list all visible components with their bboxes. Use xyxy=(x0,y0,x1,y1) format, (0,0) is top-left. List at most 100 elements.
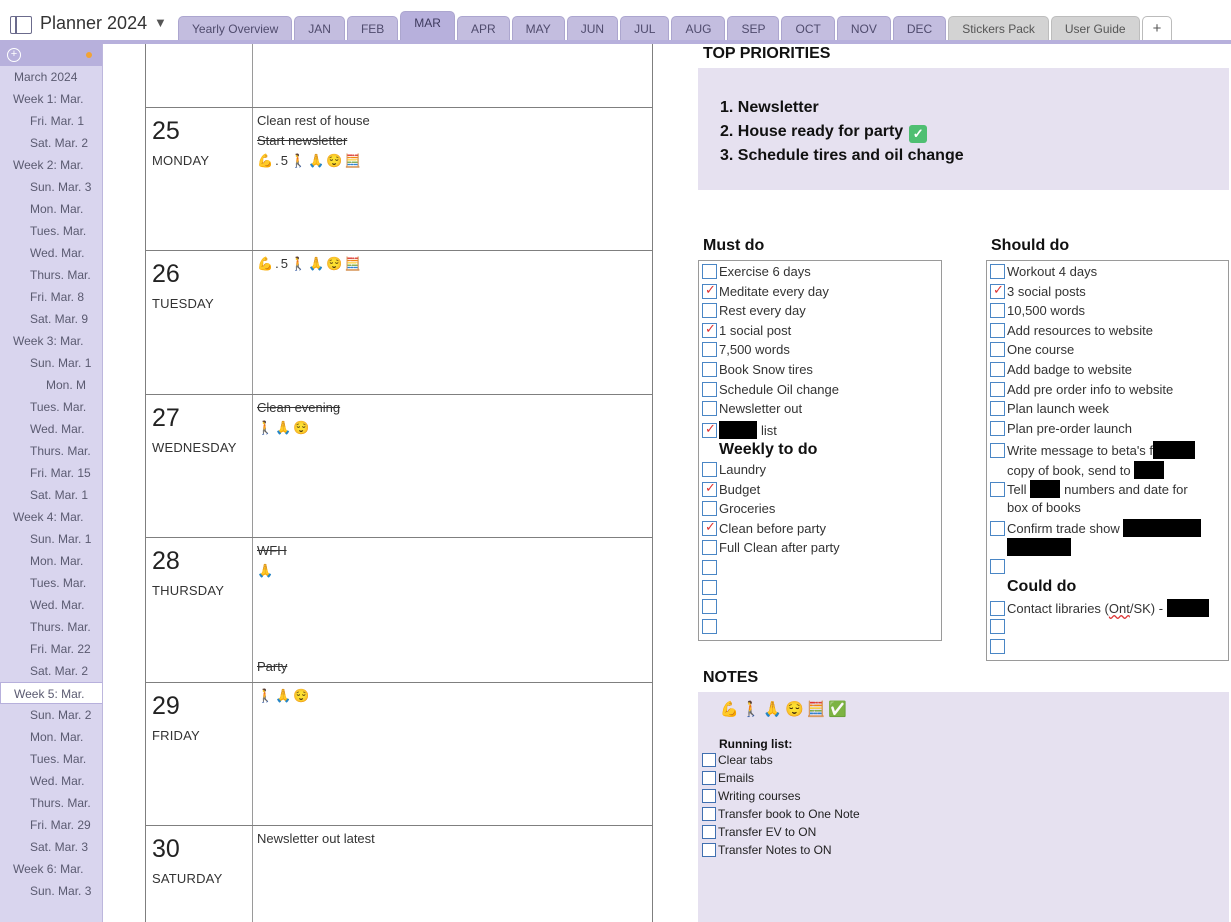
tab-jan[interactable]: JAN xyxy=(294,16,345,42)
empty-todo[interactable] xyxy=(990,559,1007,579)
tab-stickers-pack[interactable]: Stickers Pack xyxy=(948,16,1049,42)
day-emoji-tracker[interactable]: 🙏 xyxy=(257,563,275,579)
page-list-item[interactable]: Mon. Mar. xyxy=(0,726,102,748)
day-note[interactable]: WFH xyxy=(257,543,287,558)
page-list-item[interactable]: Week 4: Mar. xyxy=(0,506,102,528)
should-do-item[interactable]: One course xyxy=(990,342,1074,362)
checkbox[interactable] xyxy=(990,381,1005,397)
weekly-item[interactable]: Clean before party xyxy=(702,519,826,541)
tab-dec[interactable]: DEC xyxy=(892,16,947,42)
checkbox[interactable] xyxy=(990,401,1005,417)
should-do-item[interactable]: 3 social posts xyxy=(990,282,1086,304)
running-list-item[interactable]: Clear tabs xyxy=(702,753,773,771)
weekly-item[interactable]: Budget xyxy=(702,480,760,502)
page-list-item[interactable]: Mon. Mar. xyxy=(0,198,102,220)
page-list-item[interactable]: Fri. Mar. 29 xyxy=(0,814,102,836)
page-list-item[interactable]: March 2024 xyxy=(0,66,102,88)
page-list-item[interactable]: Sun. Mar. 2 xyxy=(0,704,102,726)
page-list-item[interactable]: Wed. Mar. xyxy=(0,242,102,264)
should-do-item[interactable]: Add pre order info to website xyxy=(990,381,1173,402)
empty-todo[interactable] xyxy=(702,618,719,639)
should-do-item[interactable]: Tell numbers and date for xyxy=(990,480,1188,500)
day-emoji-tracker[interactable]: 💪.5🚶🙏😌🧮 xyxy=(257,153,363,169)
checkbox[interactable] xyxy=(702,599,717,615)
priority-item[interactable]: 1. Newsletter xyxy=(720,96,964,120)
day-emoji-tracker[interactable]: 🚶🙏😌 xyxy=(257,420,312,436)
page-list-item[interactable]: Tues. Mar. xyxy=(0,220,102,242)
checkbox[interactable] xyxy=(990,303,1005,319)
page-list-item[interactable]: Fri. Mar. 8 xyxy=(0,286,102,308)
tab-mar[interactable]: MAR xyxy=(400,11,455,42)
should-do-item[interactable]: Write message to beta's f xyxy=(990,441,1196,461)
checkbox[interactable] xyxy=(702,321,717,338)
page-list-item[interactable]: Mon. M xyxy=(0,374,102,396)
should-do-item[interactable]: Confirm trade show xyxy=(990,519,1202,539)
checkbox[interactable] xyxy=(702,825,716,839)
must-do-item[interactable]: Rest every day xyxy=(702,303,806,323)
page-list-item[interactable]: Sun. Mar. 1 xyxy=(0,352,102,374)
page-list-item[interactable]: Sun. Mar. 3 xyxy=(0,880,102,902)
should-do-item[interactable]: Plan pre-order launch xyxy=(990,420,1132,441)
tab-sep[interactable]: SEP xyxy=(727,16,780,42)
page-list-item[interactable]: Sat. Mar. 2 xyxy=(0,132,102,154)
checkbox[interactable] xyxy=(990,482,1005,497)
priority-item[interactable]: 3. Schedule tires and oil change xyxy=(720,144,964,168)
must-do-item[interactable]: Exercise 6 days xyxy=(702,264,811,284)
day-note[interactable]: Start newsletter xyxy=(257,133,347,148)
page-list-item[interactable]: Thurs. Mar. xyxy=(0,440,102,462)
day-emoji-tracker[interactable]: 💪.5🚶🙏😌🧮 xyxy=(257,256,363,272)
must-do-item[interactable]: list xyxy=(702,420,777,441)
checkbox[interactable] xyxy=(990,342,1005,358)
page-list-item[interactable]: Sat. Mar. 3 xyxy=(0,836,102,858)
checkbox[interactable] xyxy=(702,519,717,536)
checkbox[interactable] xyxy=(702,462,717,477)
checkbox[interactable] xyxy=(702,480,717,497)
checkbox[interactable] xyxy=(702,421,717,438)
tab-may[interactable]: MAY xyxy=(511,16,565,42)
empty-todo[interactable] xyxy=(702,599,719,619)
must-do-item[interactable]: Newsletter out xyxy=(702,401,802,421)
page-list-item[interactable]: Week 2: Mar. xyxy=(0,154,102,176)
chevron-down-icon[interactable]: ▼ xyxy=(154,15,167,30)
checkbox[interactable] xyxy=(990,521,1005,536)
must-do-item[interactable]: Book Snow tires xyxy=(702,362,813,382)
page-list-item[interactable]: Fri. Mar. 22 xyxy=(0,638,102,660)
tab-jul[interactable]: JUL xyxy=(620,16,670,42)
should-do-item[interactable]: Add resources to website xyxy=(990,322,1153,343)
page-list-item[interactable]: Sun. Mar. 3 xyxy=(0,176,102,198)
checkbox[interactable] xyxy=(990,264,1005,279)
running-list-item[interactable]: Writing courses xyxy=(702,789,800,807)
checkbox[interactable] xyxy=(990,601,1005,616)
tab-apr[interactable]: APR xyxy=(456,16,510,42)
checkbox[interactable] xyxy=(702,264,717,279)
page-list-item[interactable]: Wed. Mar. xyxy=(0,594,102,616)
page-list-item[interactable]: Sun. Mar. 1 xyxy=(0,528,102,550)
empty-todo[interactable] xyxy=(702,560,719,580)
tab-nov[interactable]: NOV xyxy=(836,16,891,42)
empty-todo[interactable] xyxy=(702,579,719,600)
page-list-item[interactable]: Tues. Mar. xyxy=(0,748,102,770)
checkbox[interactable] xyxy=(702,303,717,319)
checkbox[interactable] xyxy=(702,753,716,767)
tab-user-guide[interactable]: User Guide xyxy=(1050,16,1140,42)
page-list-item[interactable]: Week 3: Mar. xyxy=(0,330,102,352)
day-note[interactable]: Newsletter out latest xyxy=(257,831,375,846)
checkbox[interactable] xyxy=(702,342,717,358)
checkbox[interactable] xyxy=(702,560,717,575)
page-list-item[interactable]: Thurs. Mar. xyxy=(0,616,102,638)
checkbox[interactable] xyxy=(702,501,717,517)
page-list-item[interactable]: Thurs. Mar. xyxy=(0,792,102,814)
must-do-item[interactable]: 7,500 words xyxy=(702,342,790,362)
checkbox[interactable] xyxy=(990,443,1005,458)
notebook-title[interactable]: Planner 2024 xyxy=(40,13,147,34)
tab-aug[interactable]: AUG xyxy=(671,16,726,42)
checkbox[interactable] xyxy=(702,540,717,556)
checkbox[interactable] xyxy=(702,381,717,397)
page-list-item[interactable]: Fri. Mar. 1 xyxy=(0,110,102,132)
notebook-icon[interactable] xyxy=(10,16,32,34)
priority-item[interactable]: 2. House ready for party ✓ xyxy=(720,120,964,144)
day-note[interactable]: Party xyxy=(257,659,287,674)
tab-oct[interactable]: OCT xyxy=(781,16,835,42)
running-list-item[interactable]: Emails xyxy=(702,771,754,789)
weekly-item[interactable]: Full Clean after party xyxy=(702,540,840,560)
